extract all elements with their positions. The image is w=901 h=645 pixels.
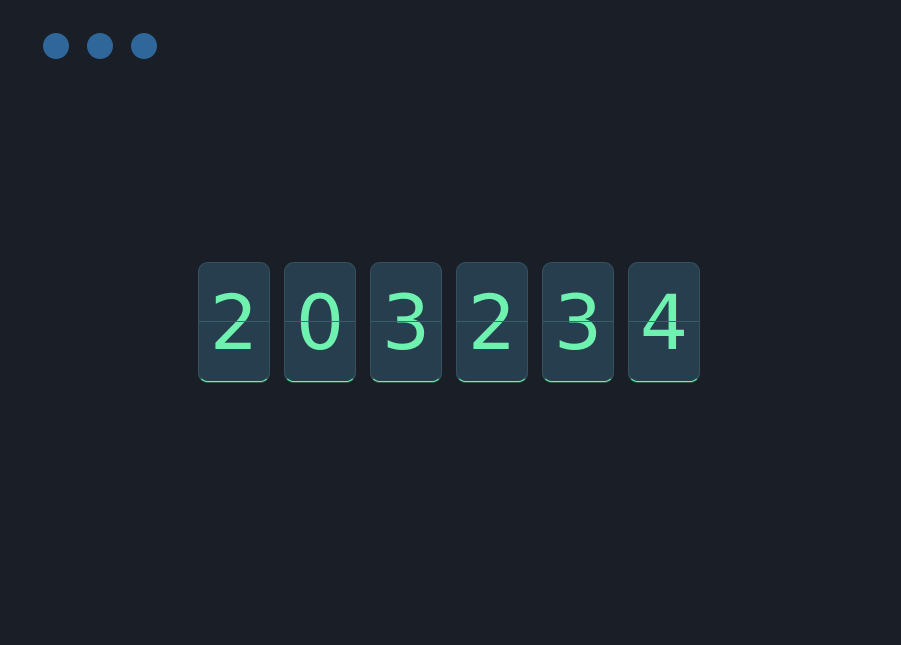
window-controls [43,33,157,59]
digit-card-4: 2 [456,262,528,382]
digit-value: 0 [295,278,345,367]
window-dot-2[interactable] [87,33,113,59]
window-dot-3[interactable] [131,33,157,59]
digit-value: 4 [639,278,689,367]
digit-card-6: 4 [628,262,700,382]
digit-value: 2 [467,278,517,367]
digit-card-2: 0 [284,262,356,382]
digit-value: 3 [553,278,603,367]
digit-value: 2 [209,278,259,367]
digit-card-3: 3 [370,262,442,382]
flip-counter: 2 0 3 2 3 4 [198,262,700,382]
window-dot-1[interactable] [43,33,69,59]
digit-card-5: 3 [542,262,614,382]
digit-value: 3 [381,278,431,367]
digit-card-1: 2 [198,262,270,382]
